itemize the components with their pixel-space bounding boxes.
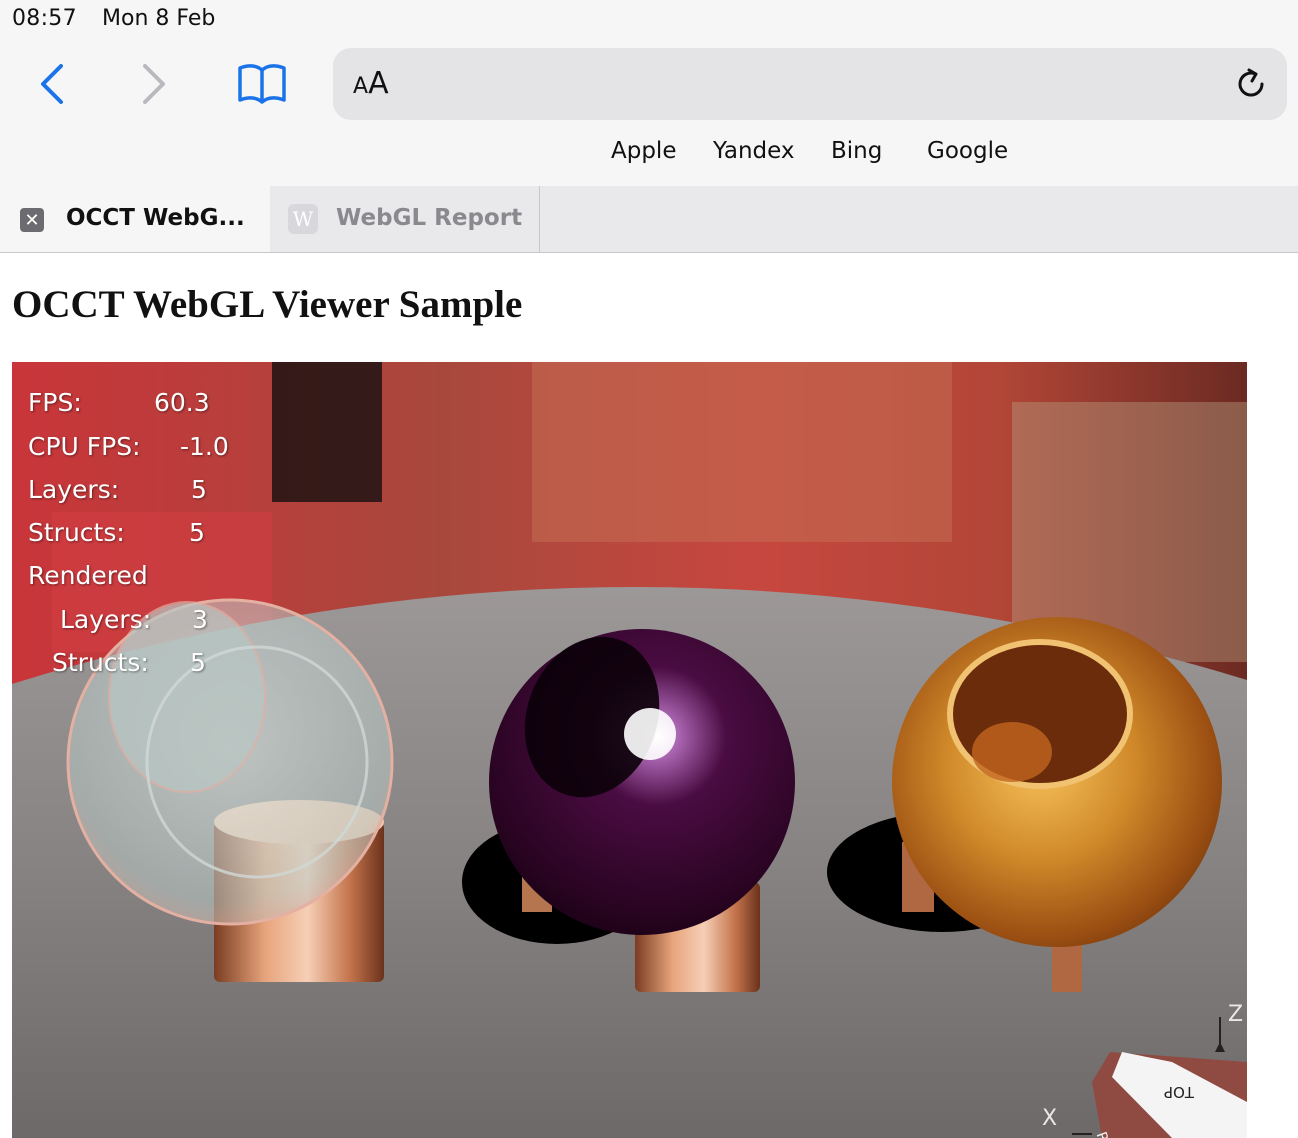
cpu-fps-label: CPU FPS:	[28, 432, 141, 461]
rendered-label: Rendered	[28, 561, 148, 590]
forward-button[interactable]	[128, 58, 180, 110]
layers-label: Layers:	[28, 475, 120, 504]
reader-aa-button[interactable]: AA	[353, 64, 389, 107]
reader-large-a: A	[368, 66, 389, 101]
rendered-layers-value: 3	[192, 605, 208, 634]
address-bar[interactable]: AA	[333, 48, 1287, 120]
layers-value: 5	[191, 475, 207, 504]
rendered-structs-value: 5	[190, 648, 206, 677]
tab-webgl-report[interactable]: W WebGL Report	[270, 186, 540, 252]
favorite-apple[interactable]: Apple	[611, 138, 676, 164]
tab-bar: ✕ OCCT WebG... W WebGL Report	[0, 186, 1298, 253]
chevron-right-icon	[143, 64, 165, 104]
status-date: Mon 8 Feb	[102, 6, 216, 31]
favorite-bing[interactable]: Bing	[831, 138, 882, 164]
rendered-structs-label: Structs:	[52, 648, 149, 677]
back-button[interactable]	[26, 58, 78, 110]
bookmarks-button[interactable]	[236, 58, 288, 110]
axis-x-label: X	[1042, 1106, 1058, 1131]
reload-button[interactable]	[1231, 64, 1271, 104]
chevron-left-icon	[41, 64, 63, 104]
webgl-viewer-canvas[interactable]: TOP RIG FPS: 60.3 CPU FPS: -1.0 Layers: …	[12, 362, 1247, 1138]
favorite-yandex[interactable]: Yandex	[713, 138, 795, 164]
structs-value: 5	[189, 518, 205, 547]
tab-occt-webgl[interactable]: ✕ OCCT WebG...	[0, 186, 270, 252]
structs-label: Structs:	[28, 518, 125, 547]
environment-dark-block	[272, 362, 382, 502]
environment-figure	[532, 362, 952, 542]
fps-label: FPS:	[28, 388, 82, 417]
tab-title: OCCT WebG...	[66, 205, 245, 231]
reload-icon	[1238, 68, 1264, 97]
favorite-google[interactable]: Google	[927, 138, 1008, 164]
tab-title: WebGL Report	[336, 205, 523, 231]
rendered-layers-label: Layers:	[60, 605, 152, 634]
book-icon	[238, 64, 286, 104]
cpu-fps-value: -1.0	[180, 432, 229, 461]
status-time: 08:57	[12, 6, 77, 31]
page-title: OCCT WebGL Viewer Sample	[12, 283, 523, 326]
browser-chrome: 08:57 Mon 8 Feb AA Apple Yandex Bing Goo…	[0, 0, 1298, 186]
close-icon[interactable]: ✕	[20, 208, 44, 232]
fps-value: 60.3	[154, 388, 210, 417]
axis-z-label: Z	[1228, 1002, 1244, 1027]
favicon-w-icon: W	[288, 204, 318, 234]
favorites-bar: Apple Yandex Bing Google	[0, 138, 1298, 174]
reader-small-a: A	[353, 74, 369, 99]
view-cube-top-label: TOP	[1164, 1083, 1195, 1101]
